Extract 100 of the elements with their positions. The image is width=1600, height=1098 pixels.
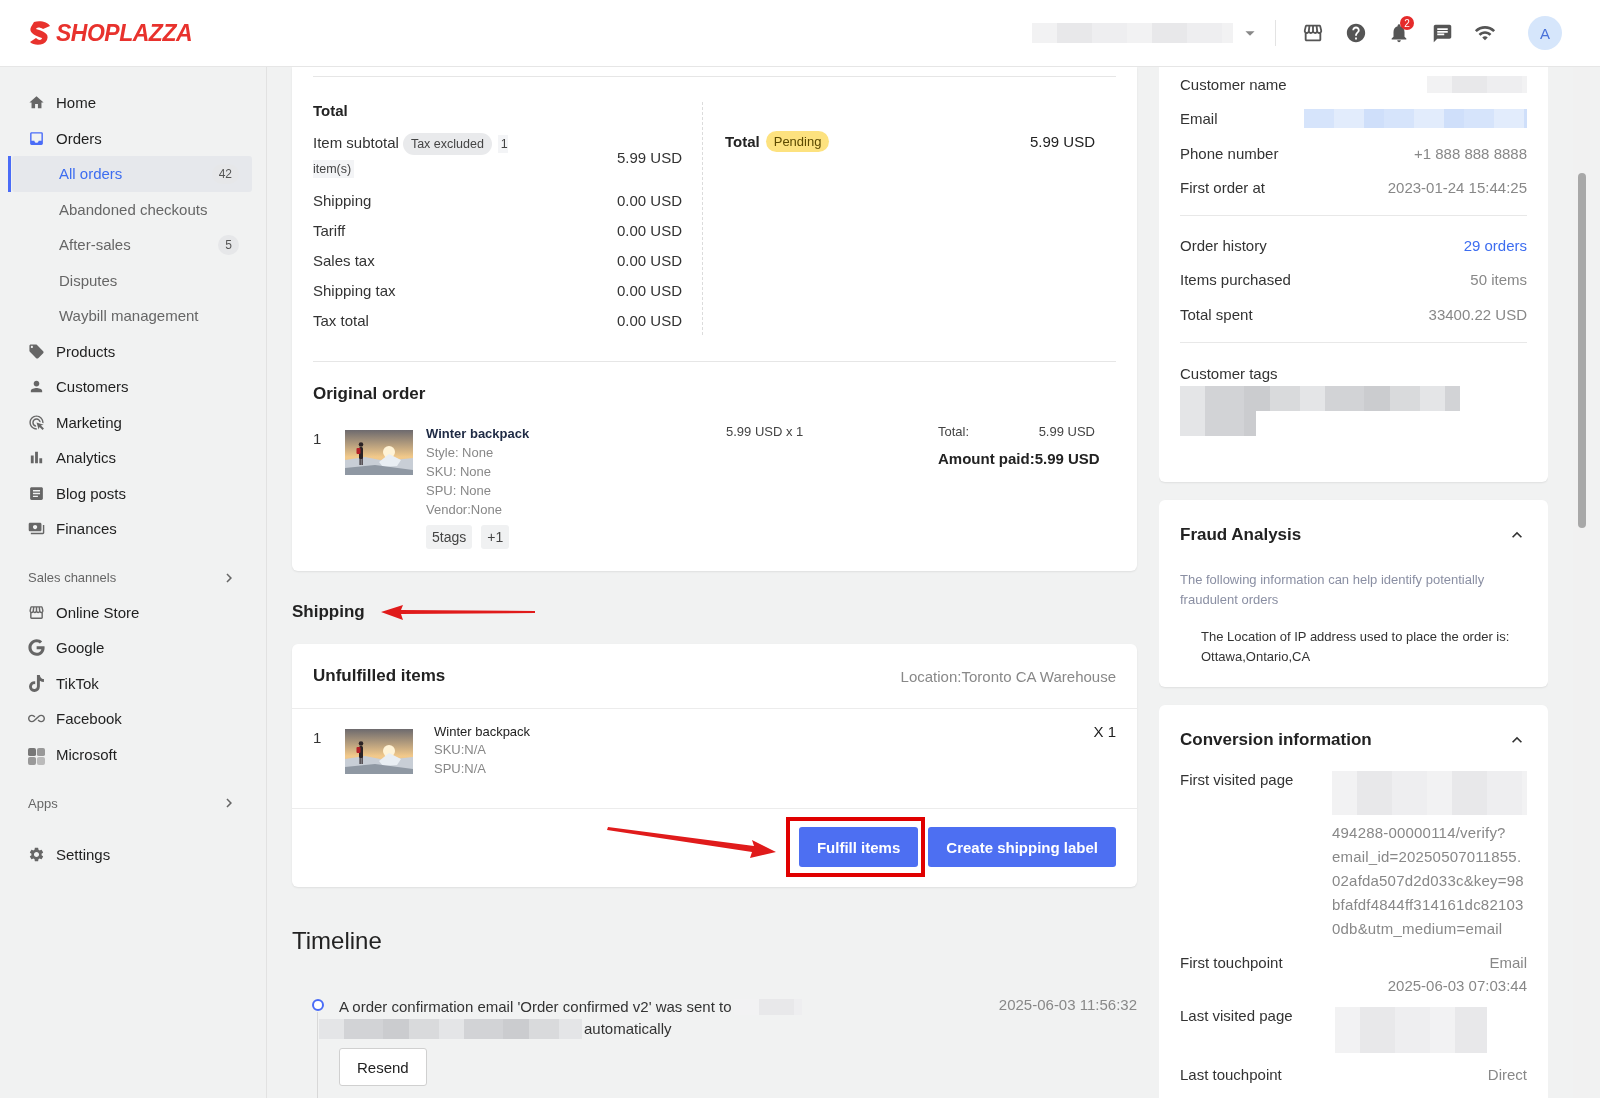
field-label: Email	[1180, 110, 1218, 128]
nav-item[interactable]: Settings	[0, 837, 266, 873]
window-grid-icon	[28, 745, 45, 767]
line-number: 1	[313, 728, 323, 748]
amount: 0.00 USD	[616, 251, 682, 269]
nav-item[interactable]: Facebook	[0, 701, 266, 737]
cursor-click-icon	[28, 413, 45, 431]
music-note-icon	[28, 674, 45, 692]
unit-price: 5.99 USD x 1	[726, 424, 805, 441]
product-detail: Vendor:None	[426, 501, 503, 519]
field-label: First order at	[1180, 179, 1266, 197]
field-value: 33400.22 USD	[1428, 305, 1527, 323]
location-text: Location:Toronto CA Warehouse	[900, 667, 1116, 685]
nav-section-header[interactable]: Sales channels	[0, 560, 266, 595]
ip-location-text: The Location of IP address used to place the order is: Ottawa,Ontario,CA	[1201, 627, 1511, 666]
amount: 0.00 USD	[616, 311, 682, 329]
action-button[interactable]: Create shipping label	[928, 827, 1116, 867]
nav-section-header[interactable]: Apps	[0, 786, 266, 820]
field-label: Last touchpoint	[1180, 1065, 1282, 1083]
nav-subitem[interactable]: Disputes	[12, 262, 252, 298]
nav-item[interactable]: Customers	[0, 369, 266, 405]
field-label: Customer tags	[1180, 364, 1279, 382]
product-detail: SKU: None	[426, 463, 493, 481]
settings-icon	[28, 846, 45, 864]
count-badge: 5	[218, 234, 239, 255]
line-number: 1	[313, 429, 323, 449]
document-icon	[28, 484, 45, 502]
orders-link[interactable]: 29 orders	[1463, 236, 1527, 254]
status-badge: Pending	[765, 130, 830, 152]
field-label: Phone number	[1180, 144, 1279, 162]
page-url: 494288-00000114/verify?email_id=20250507011855.02afda507d2d033c&key=98bfafdf4844ff314161dc821030db&utm_medium=email	[1332, 822, 1524, 939]
nav-item[interactable]: Online Store	[0, 594, 266, 630]
nav-item[interactable]: Google	[0, 630, 266, 666]
row-label: Tariff	[313, 221, 346, 239]
product-name[interactable]: Winter backpack	[426, 424, 530, 443]
section-title: Sales channels	[28, 570, 117, 585]
event-text: A order confirmation email 'Order confirmed v2' was sent to	[339, 997, 732, 1017]
total-label: Total:	[938, 424, 970, 439]
row-label: Item subtotal	[313, 134, 399, 151]
product-name[interactable]: Winter backpack	[434, 723, 531, 740]
help-icon[interactable]	[1344, 21, 1368, 45]
row-label: Shipping	[313, 191, 372, 209]
card-title: Conversion information	[1180, 729, 1372, 750]
field-label: First visited page	[1180, 770, 1294, 790]
field-value: 50 items	[1470, 271, 1527, 289]
fulfill-button[interactable]: Fulfill items	[798, 827, 919, 867]
field-label: First touchpoint	[1180, 953, 1283, 973]
field-label: Order history	[1180, 236, 1267, 254]
logo-text: SHOPLAZZA	[56, 19, 193, 47]
field-value: +1 888 888 8888	[1413, 144, 1527, 162]
field-label: Customer name	[1180, 75, 1287, 93]
product-tag: 5tags	[426, 525, 473, 549]
nav-item[interactable]: Blog posts	[0, 475, 266, 511]
amount: 0.00 USD	[616, 191, 682, 209]
card-title: Fraud Analysis	[1180, 524, 1302, 545]
nav-item[interactable]: Orders	[0, 120, 266, 156]
product-tag: +1	[481, 525, 510, 549]
description-text: The following information can help identify potentially fraudulent orders	[1180, 570, 1486, 609]
nav-item[interactable]: Microsoft	[0, 736, 266, 772]
nav-subitem[interactable]: Abandoned checkouts	[12, 191, 252, 227]
nav-item[interactable]: Finances	[0, 511, 266, 547]
row-label: Sales tax	[313, 251, 375, 269]
nav-item[interactable]: Products	[0, 333, 266, 369]
field-value: Email	[1489, 953, 1527, 971]
resend-button[interactable]: Resend	[339, 1048, 427, 1086]
field-value: 2025-06-03 07:03:44	[1387, 976, 1527, 994]
event-time: 2025-06-03 11:56:32	[998, 996, 1137, 1015]
nav-item[interactable]: Analytics	[0, 440, 266, 476]
storefront-icon	[28, 603, 45, 621]
tag-icon	[28, 342, 45, 360]
field-label: Last visited page	[1180, 1006, 1293, 1026]
product-detail: Style: None	[426, 444, 495, 462]
tax-badge: Tax excluded	[402, 133, 492, 155]
avatar[interactable]: A	[1528, 16, 1562, 50]
nav-item[interactable]: Marketing	[0, 404, 266, 440]
amount: 0.00 USD	[616, 221, 682, 239]
timeline-dot	[312, 999, 324, 1011]
amount: 5.99 USD	[616, 148, 682, 166]
section-title: Shipping	[292, 602, 365, 622]
g-letter-icon	[28, 639, 45, 657]
product-detail: SPU:N/A	[434, 760, 487, 778]
field-value: Direct	[1487, 1065, 1527, 1083]
card-title: Unfulfilled items	[313, 666, 446, 686]
nav-item[interactable]: Home	[0, 85, 266, 121]
total-label: Total	[725, 132, 760, 150]
field-value: 2023-01-24 15:44:25	[1387, 179, 1527, 197]
notification-badge: 2	[1400, 16, 1414, 30]
section-title: Timeline	[292, 927, 383, 955]
row-label: Shipping tax	[313, 281, 396, 299]
row-label: Tax total	[313, 311, 369, 329]
nav-subitem[interactable]: After-sales 5	[12, 227, 252, 263]
section-title: Original order	[313, 384, 427, 404]
total-amount: 5.99 USD	[1029, 132, 1095, 150]
nav-subitem[interactable]: Waybill management	[12, 298, 252, 334]
section-title: Apps	[28, 795, 58, 811]
nav-item[interactable]: TikTok	[0, 665, 266, 701]
event-text: automatically	[584, 1019, 672, 1039]
product-detail: SKU:N/A	[434, 741, 487, 759]
section-title: Total	[313, 102, 349, 119]
amount: 0.00 USD	[616, 281, 682, 299]
